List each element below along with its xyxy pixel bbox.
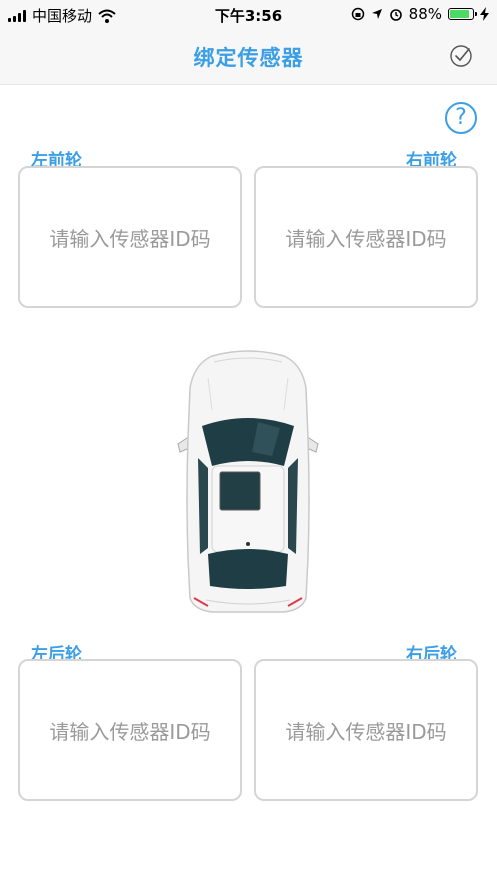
help-button[interactable]: ? [445,102,477,134]
front-left-placeholder: 请输入传感器ID码 [49,226,211,251]
rear-right-input[interactable]: 请输入传感器ID码 [254,659,478,801]
status-bar: 中国移动 下午3:56 88% [0,0,497,28]
status-right: 88% [351,5,489,23]
check-circle-icon[interactable] [449,44,473,68]
battery-fill [450,10,470,18]
page-title: 绑定传感器 [193,46,304,70]
battery-percent: 88% [408,5,442,23]
alarm-icon [389,9,402,21]
rear-left-placeholder: 请输入传感器ID码 [49,719,211,744]
front-right-input[interactable]: 请输入传感器ID码 [254,166,478,308]
battery-icon [448,8,477,20]
rotation-lock-icon [351,7,364,21]
rear-right-placeholder: 请输入传感器ID码 [285,719,447,744]
car-top-view-image [177,350,319,613]
charging-icon [480,7,489,21]
question-icon: ? [455,105,467,130]
location-icon [371,9,382,19]
rear-left-input[interactable]: 请输入传感器ID码 [18,659,242,801]
front-left-input[interactable]: 请输入传感器ID码 [18,166,242,308]
front-right-placeholder: 请输入传感器ID码 [285,226,447,251]
nav-bar: 绑定传感器 [0,28,497,85]
